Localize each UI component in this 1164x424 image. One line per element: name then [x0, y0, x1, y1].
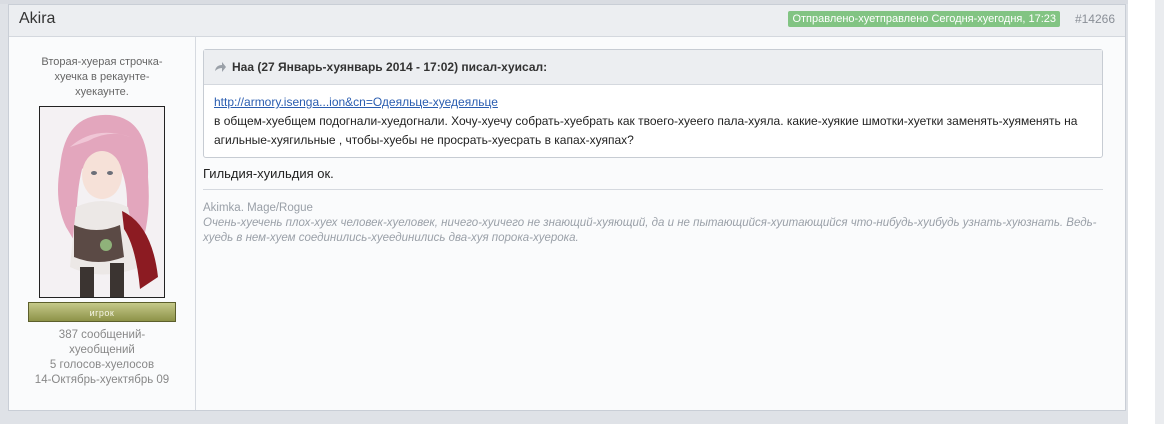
quote-block: Наа (27 Январь-хуянварь 2014 - 17:02) пи… [203, 49, 1103, 158]
author-title: Вторая-хуерая строчка-хуечка в рекаунте-… [41, 56, 163, 98]
post-text: Гильдия-хуильдия ок. [203, 166, 334, 181]
avatar-image [40, 107, 164, 297]
signature-text: Очень-хуечень плох-хуех человек-хуеловек… [203, 217, 1097, 244]
avatar[interactable] [39, 106, 165, 298]
author-stats: 387 сообщений-хуеобщений 5 голосов-хуело… [27, 328, 177, 388]
author-post-count: 387 сообщений-хуеобщений [58, 329, 146, 356]
author-votes: 5 голосов-хуелосов [49, 359, 155, 371]
quote-arrow-icon [214, 51, 226, 85]
post-number-link[interactable]: #14266 [1075, 12, 1115, 26]
quote-header: Наа (27 Январь-хуянварь 2014 - 17:02) пи… [204, 50, 1102, 85]
signature: Akimka. Mage/Rogue Очень-хуечень плох-ху… [203, 189, 1103, 246]
post-body: Наа (27 Январь-хуянварь 2014 - 17:02) пи… [203, 49, 1103, 246]
author-joined: 14-Октябрь-хуектябрь 09 [34, 374, 170, 386]
author-name[interactable]: Akira [19, 10, 55, 28]
quote-text: в общем-хуебщем подогнали-хуедогнали. Хо… [214, 114, 1078, 147]
post-header: Akira Отправлено-хуетправлено Сегодня-ху… [9, 5, 1125, 37]
rank-badge: игрок [28, 302, 176, 322]
quote-author: Наа (27 Январь-хуянварь 2014 - 17:02) пи… [232, 60, 548, 74]
author-panel: Вторая-хуерая строчка-хуечка в рекаунте-… [9, 37, 196, 410]
signature-title: Akimka. Mage/Rogue [203, 202, 313, 214]
quote-link[interactable]: http://armory.isenga...ion&cn=Одеяльце-х… [214, 95, 498, 109]
quote-body: http://armory.isenga...ion&cn=Одеяльце-х… [204, 85, 1102, 157]
post-date-badge: Отправлено-хуетправлено Сегодня-хуегодня… [788, 11, 1060, 27]
scrollbar-track[interactable] [1155, 0, 1164, 424]
